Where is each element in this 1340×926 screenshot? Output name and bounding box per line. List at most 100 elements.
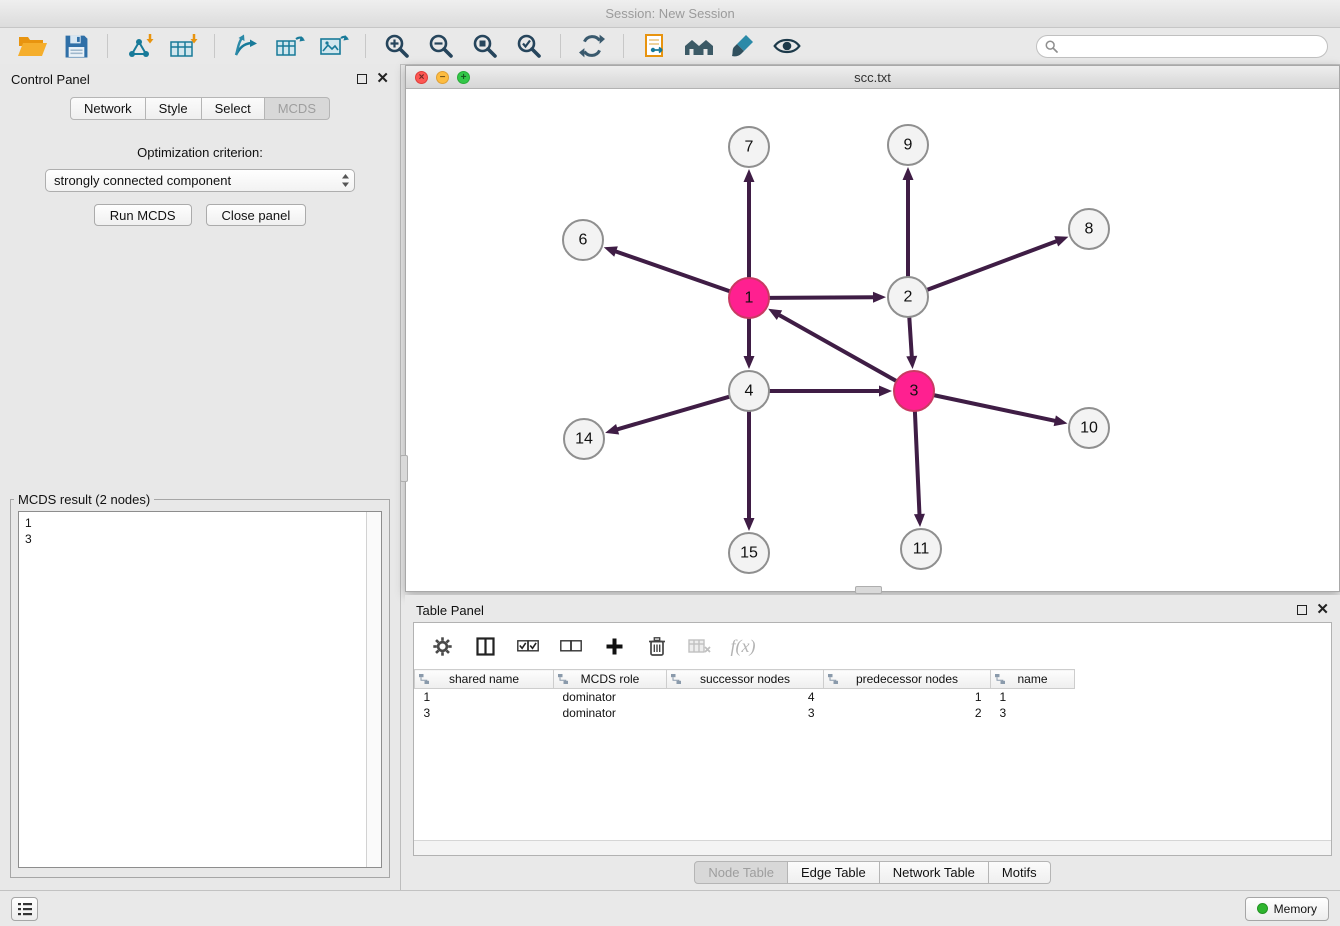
edge-3-10[interactable] bbox=[934, 395, 1057, 421]
node-label-14: 14 bbox=[575, 431, 593, 448]
window-close-button[interactable]: × bbox=[415, 71, 428, 84]
delete-table-button[interactable] bbox=[687, 631, 713, 661]
table-horizontal-scrollbar[interactable] bbox=[414, 840, 1331, 855]
tab-network[interactable]: Network bbox=[70, 97, 146, 120]
cell-name[interactable]: 3 bbox=[991, 705, 1075, 721]
show-panels-button[interactable] bbox=[11, 897, 38, 921]
cell-name[interactable]: 1 bbox=[991, 689, 1075, 705]
tab-node-table[interactable]: Node Table bbox=[694, 861, 788, 884]
close-panel-icon[interactable]: ✕ bbox=[1316, 605, 1329, 615]
float-panel-icon[interactable] bbox=[1297, 605, 1307, 615]
tab-edge-table[interactable]: Edge Table bbox=[788, 861, 880, 884]
save-session-button[interactable] bbox=[56, 31, 96, 61]
cell-predecessor-nodes[interactable]: 1 bbox=[824, 689, 991, 705]
export-table-button[interactable] bbox=[270, 31, 310, 61]
memory-button[interactable]: Memory bbox=[1245, 897, 1329, 921]
delete-columns-button[interactable] bbox=[644, 631, 670, 661]
network-window-titlebar[interactable]: scc.txt × − + bbox=[406, 66, 1339, 89]
splitter-handle-horizontal[interactable] bbox=[855, 586, 882, 594]
cell-shared-name[interactable]: 3 bbox=[415, 705, 554, 721]
import-network-button[interactable] bbox=[119, 31, 159, 61]
column-header-successor-nodes[interactable]: successor nodes bbox=[667, 670, 824, 689]
open-file-button[interactable] bbox=[12, 31, 52, 61]
plus-icon bbox=[605, 637, 624, 656]
search-field[interactable] bbox=[1036, 35, 1328, 58]
column-header-predecessor-nodes[interactable]: predecessor nodes bbox=[824, 670, 991, 689]
web-export-button[interactable] bbox=[635, 31, 675, 61]
node-label-8: 8 bbox=[1085, 221, 1094, 238]
mcds-result-list[interactable]: 1 3 bbox=[19, 512, 366, 867]
table-panel: Table Panel ✕ bbox=[405, 595, 1340, 887]
edge-2-3[interactable] bbox=[909, 317, 912, 358]
zoom-selected-button[interactable] bbox=[509, 31, 549, 61]
control-panel-tabs: Network Style Select MCDS bbox=[0, 97, 400, 120]
column-header-mcds-role[interactable]: MCDS role bbox=[554, 670, 667, 689]
window-zoom-button[interactable]: + bbox=[457, 71, 470, 84]
delete-table-icon bbox=[688, 638, 712, 655]
edge-3-11[interactable] bbox=[915, 411, 920, 516]
import-table-button[interactable] bbox=[163, 31, 203, 61]
optimization-criterion-select[interactable]: strongly connected component bbox=[45, 169, 355, 192]
column-header-shared-name[interactable]: shared name bbox=[415, 670, 554, 689]
close-panel-button[interactable]: Close panel bbox=[206, 204, 307, 226]
edge-4-14[interactable] bbox=[616, 397, 730, 430]
visibility-button[interactable] bbox=[767, 31, 807, 61]
cell-mcds-role[interactable]: dominator bbox=[554, 689, 667, 705]
home-icon bbox=[683, 34, 715, 58]
node-label-11: 11 bbox=[913, 541, 930, 558]
search-input[interactable] bbox=[1063, 39, 1319, 53]
network-graph[interactable]: 7968124310141511 bbox=[406, 89, 1339, 591]
column-type-icon bbox=[557, 673, 569, 685]
cell-filler bbox=[1075, 705, 1332, 721]
cell-mcds-role[interactable]: dominator bbox=[554, 705, 667, 721]
table-header-row: shared name MCDS role successor nodes pr… bbox=[415, 670, 1332, 689]
node-label-4: 4 bbox=[745, 383, 754, 400]
zoom-in-button[interactable] bbox=[377, 31, 417, 61]
tab-select[interactable]: Select bbox=[202, 97, 265, 120]
zoom-out-button[interactable] bbox=[421, 31, 461, 61]
apply-layout-button[interactable] bbox=[572, 31, 612, 61]
toolbar-separator bbox=[107, 34, 108, 58]
save-icon bbox=[64, 34, 89, 59]
edge-1-2[interactable] bbox=[769, 297, 875, 298]
edge-arrowhead-4-3 bbox=[879, 386, 892, 397]
cell-shared-name[interactable]: 1 bbox=[415, 689, 554, 705]
mcds-result-box: 1 3 bbox=[18, 511, 382, 868]
tab-style[interactable]: Style bbox=[146, 97, 202, 120]
select-all-rows-button[interactable] bbox=[515, 631, 541, 661]
result-scrollbar[interactable] bbox=[366, 512, 381, 867]
show-columns-button[interactable] bbox=[472, 631, 498, 661]
edge-2-8[interactable] bbox=[927, 241, 1058, 290]
add-column-button[interactable] bbox=[601, 631, 627, 661]
tab-motifs[interactable]: Motifs bbox=[989, 861, 1051, 884]
open-folder-icon bbox=[17, 34, 47, 58]
deselect-all-rows-button[interactable] bbox=[558, 631, 584, 661]
tab-network-table[interactable]: Network Table bbox=[880, 861, 989, 884]
column-header-name[interactable]: name bbox=[991, 670, 1075, 689]
edge-3-1[interactable] bbox=[778, 314, 897, 381]
new-network-button[interactable] bbox=[226, 31, 266, 61]
node-label-2: 2 bbox=[904, 289, 913, 306]
style-button[interactable] bbox=[723, 31, 763, 61]
cell-successor-nodes[interactable]: 3 bbox=[667, 705, 824, 721]
close-panel-icon[interactable]: ✕ bbox=[376, 74, 389, 84]
edge-1-6[interactable] bbox=[614, 251, 730, 292]
window-minimize-button[interactable]: − bbox=[436, 71, 449, 84]
run-mcds-button[interactable]: Run MCDS bbox=[94, 204, 192, 226]
table-row[interactable]: 1 dominator 4 1 1 bbox=[415, 689, 1332, 705]
table-row[interactable]: 3 dominator 3 2 3 bbox=[415, 705, 1332, 721]
tab-mcds[interactable]: MCDS bbox=[265, 97, 330, 120]
table-settings-button[interactable] bbox=[429, 631, 455, 661]
cell-predecessor-nodes[interactable]: 2 bbox=[824, 705, 991, 721]
home-button[interactable] bbox=[679, 31, 719, 61]
deselect-all-icon bbox=[560, 640, 582, 653]
splitter-handle-vertical[interactable] bbox=[400, 455, 408, 482]
control-panel: Control Panel ✕ Network Style Select MCD… bbox=[0, 64, 401, 890]
cell-successor-nodes[interactable]: 4 bbox=[667, 689, 824, 705]
zoom-fit-button[interactable] bbox=[465, 31, 505, 61]
float-panel-icon[interactable] bbox=[357, 74, 367, 84]
function-builder-button[interactable]: f(x) bbox=[730, 631, 756, 661]
export-table-icon bbox=[275, 33, 305, 59]
network-canvas[interactable]: 7968124310141511 bbox=[406, 89, 1339, 591]
export-image-button[interactable] bbox=[314, 31, 354, 61]
